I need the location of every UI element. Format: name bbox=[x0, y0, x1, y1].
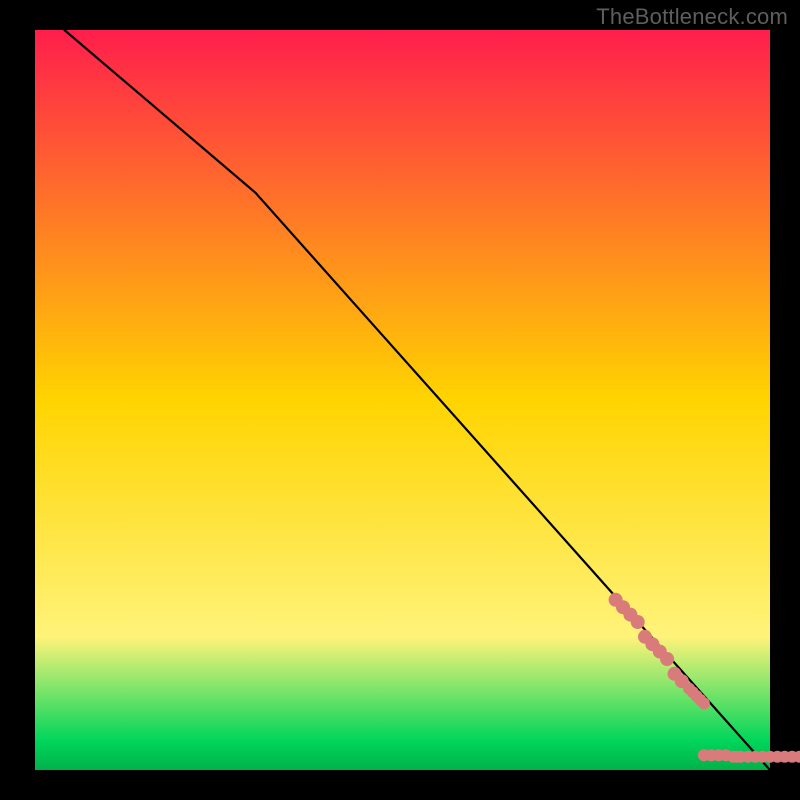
attribution-text: TheBottleneck.com bbox=[596, 4, 788, 30]
chart-root: TheBottleneck.com bbox=[0, 0, 800, 800]
plot-background bbox=[35, 30, 770, 770]
data-point bbox=[660, 652, 674, 666]
data-point bbox=[698, 697, 710, 709]
data-point bbox=[631, 615, 645, 629]
chart-svg bbox=[0, 0, 800, 800]
series-bottom-cluster bbox=[698, 749, 800, 763]
